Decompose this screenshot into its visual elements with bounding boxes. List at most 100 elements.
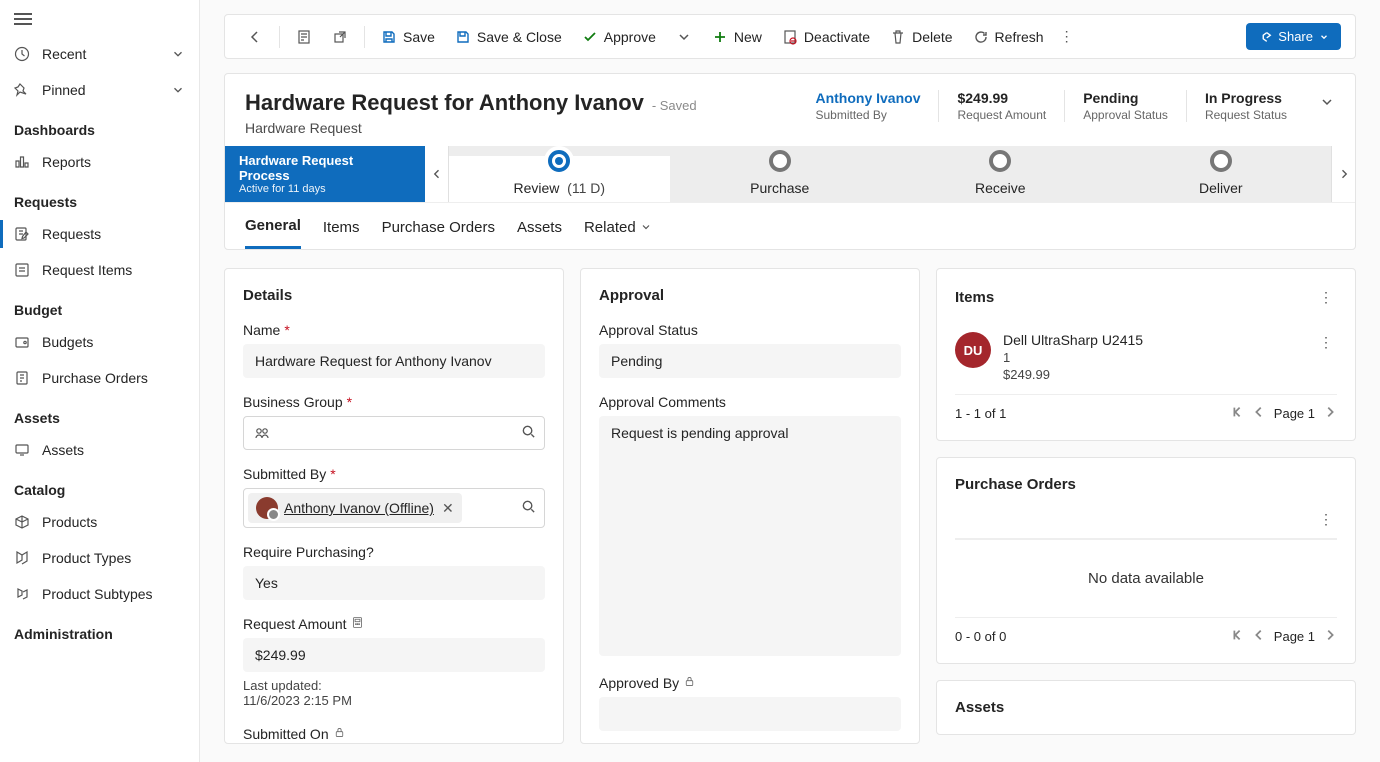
deactivate-button[interactable]: Deactivate bbox=[774, 25, 878, 49]
metric-submitted-by-value[interactable]: Anthony Ivanov bbox=[815, 90, 920, 106]
stage-review[interactable]: Review (11 D) bbox=[449, 156, 670, 202]
items-pager: 1 - 1 of 1 Page 1 bbox=[955, 395, 1337, 422]
items-card: Items ⋮ DU Dell UltraSharp U2415 1 $249.… bbox=[936, 268, 1356, 441]
business-group-lookup[interactable] bbox=[243, 416, 545, 450]
delete-button[interactable]: Delete bbox=[882, 25, 960, 49]
approve-label: Approve bbox=[604, 29, 656, 45]
sidebar-item-label: Reports bbox=[42, 154, 91, 170]
sidebar-section-assets: Assets bbox=[0, 396, 199, 432]
pager-first-button[interactable] bbox=[1230, 628, 1244, 645]
stage-deliver[interactable]: Deliver bbox=[1111, 156, 1332, 202]
tab-items[interactable]: Items bbox=[323, 217, 360, 249]
no-data-text: No data available bbox=[955, 539, 1337, 618]
sidebar-item-label: Budgets bbox=[42, 334, 93, 350]
submitted-by-chip[interactable]: Anthony Ivanov (Offline) ✕ bbox=[248, 493, 462, 523]
entity-name: Hardware Request bbox=[245, 120, 697, 136]
pager-prev-button[interactable] bbox=[1252, 628, 1266, 645]
sidebar-item-requests[interactable]: Requests bbox=[0, 216, 199, 252]
pager-prev-button[interactable] bbox=[1252, 405, 1266, 422]
require-purchasing-input[interactable] bbox=[243, 566, 545, 600]
save-button[interactable]: Save bbox=[373, 25, 443, 49]
main-area: Save Save & Close Approve New Deactivate bbox=[200, 0, 1380, 762]
search-icon[interactable] bbox=[521, 499, 536, 517]
name-input[interactable] bbox=[243, 344, 545, 378]
record-header: Hardware Request for Anthony Ivanov - Sa… bbox=[224, 73, 1356, 250]
new-button[interactable]: New bbox=[704, 25, 770, 49]
pager-page: Page 1 bbox=[1274, 629, 1315, 644]
approve-flyout-button[interactable] bbox=[668, 25, 700, 49]
sidebar-item-label: Purchase Orders bbox=[42, 370, 148, 386]
sidebar-item-products[interactable]: Products bbox=[0, 504, 199, 540]
tab-assets[interactable]: Assets bbox=[517, 217, 562, 249]
process-next-button[interactable] bbox=[1331, 146, 1355, 202]
stage-purchase[interactable]: Purchase bbox=[670, 156, 891, 202]
require-purchasing-label: Require Purchasing? bbox=[243, 544, 545, 560]
approval-status-input[interactable] bbox=[599, 344, 901, 378]
assets-card: Assets bbox=[936, 680, 1356, 735]
back-button[interactable] bbox=[239, 25, 271, 49]
approval-comments-label: Approval Comments bbox=[599, 394, 901, 410]
last-updated-label: Last updated: bbox=[243, 678, 545, 693]
search-icon[interactable] bbox=[521, 424, 536, 442]
product-icon bbox=[14, 514, 30, 530]
save-close-button[interactable]: Save & Close bbox=[447, 25, 570, 49]
sidebar-item-product-subtypes[interactable]: Product Subtypes bbox=[0, 576, 199, 612]
pager-next-button[interactable] bbox=[1323, 628, 1337, 645]
tab-purchase-orders[interactable]: Purchase Orders bbox=[382, 217, 495, 249]
sidebar-item-label: Product Types bbox=[42, 550, 131, 566]
tab-related-label: Related bbox=[584, 219, 636, 236]
approval-card: Approval Approval Status Approval Commen… bbox=[580, 268, 920, 744]
list-item[interactable]: DU Dell UltraSharp U2415 1 $249.99 ⋮ bbox=[955, 326, 1337, 395]
lock-icon bbox=[683, 675, 696, 691]
sidebar-item-request-items[interactable]: Request Items bbox=[0, 252, 199, 288]
metric-submitted-by-label: Submitted By bbox=[815, 108, 920, 122]
metric-status-value: In Progress bbox=[1205, 90, 1287, 106]
stage-days: (11 D) bbox=[567, 180, 605, 196]
submitted-by-name: Anthony Ivanov (Offline) bbox=[284, 500, 434, 516]
process-name-block[interactable]: Hardware Request Process Active for 11 d… bbox=[225, 146, 425, 202]
sidebar-recent[interactable]: Recent bbox=[0, 36, 199, 72]
submitted-by-lookup[interactable]: Anthony Ivanov (Offline) ✕ bbox=[243, 488, 545, 528]
item-more-button[interactable]: ⋮ bbox=[1315, 332, 1337, 382]
metric-approval-label: Approval Status bbox=[1083, 108, 1168, 122]
stage-dot-icon bbox=[769, 150, 791, 172]
items-more-button[interactable]: ⋮ bbox=[1315, 287, 1337, 308]
approval-comments-input[interactable] bbox=[599, 416, 901, 656]
overflow-button[interactable]: ⋮ bbox=[1056, 26, 1078, 47]
saved-indicator: - Saved bbox=[652, 98, 697, 113]
pager-first-button[interactable] bbox=[1230, 405, 1244, 422]
share-label: Share bbox=[1278, 29, 1313, 44]
sidebar-item-budgets[interactable]: Budgets bbox=[0, 324, 199, 360]
tab-general[interactable]: General bbox=[245, 217, 301, 249]
product-type-icon bbox=[14, 550, 30, 566]
refresh-button[interactable]: Refresh bbox=[965, 25, 1052, 49]
sidebar-pinned[interactable]: Pinned bbox=[0, 72, 199, 108]
command-bar: Save Save & Close Approve New Deactivate bbox=[224, 14, 1356, 59]
form-selector-button[interactable] bbox=[288, 25, 320, 49]
pager-count: 0 - 0 of 0 bbox=[955, 629, 1006, 644]
process-prev-button[interactable] bbox=[425, 146, 449, 202]
sidebar-item-product-types[interactable]: Product Types bbox=[0, 540, 199, 576]
metric-approval-value: Pending bbox=[1083, 90, 1168, 106]
stage-receive[interactable]: Receive bbox=[890, 156, 1111, 202]
submitted-on-label: Submitted On bbox=[243, 726, 329, 742]
request-amount-label: Request Amount bbox=[243, 616, 347, 632]
pager-next-button[interactable] bbox=[1323, 405, 1337, 422]
process-duration: Active for 11 days bbox=[239, 183, 403, 195]
approve-button[interactable]: Approve bbox=[574, 25, 664, 49]
sidebar-item-purchase-orders[interactable]: Purchase Orders bbox=[0, 360, 199, 396]
remove-chip-button[interactable]: ✕ bbox=[442, 500, 454, 517]
tab-related[interactable]: Related bbox=[584, 217, 652, 249]
open-new-window-button[interactable] bbox=[324, 25, 356, 49]
sidebar-item-assets[interactable]: Assets bbox=[0, 432, 199, 468]
product-subtype-icon bbox=[14, 586, 30, 602]
hamburger-menu-icon[interactable] bbox=[14, 13, 32, 25]
po-more-button[interactable]: ⋮ bbox=[1315, 509, 1337, 529]
sidebar-item-reports[interactable]: Reports bbox=[0, 144, 199, 180]
header-expand-button[interactable] bbox=[1305, 90, 1335, 113]
sidebar-item-label: Requests bbox=[42, 226, 101, 242]
share-button[interactable]: Share bbox=[1246, 23, 1341, 50]
pin-icon bbox=[14, 82, 30, 98]
po-pager: 0 - 0 of 0 Page 1 bbox=[955, 618, 1337, 645]
request-amount-input[interactable] bbox=[243, 638, 545, 672]
